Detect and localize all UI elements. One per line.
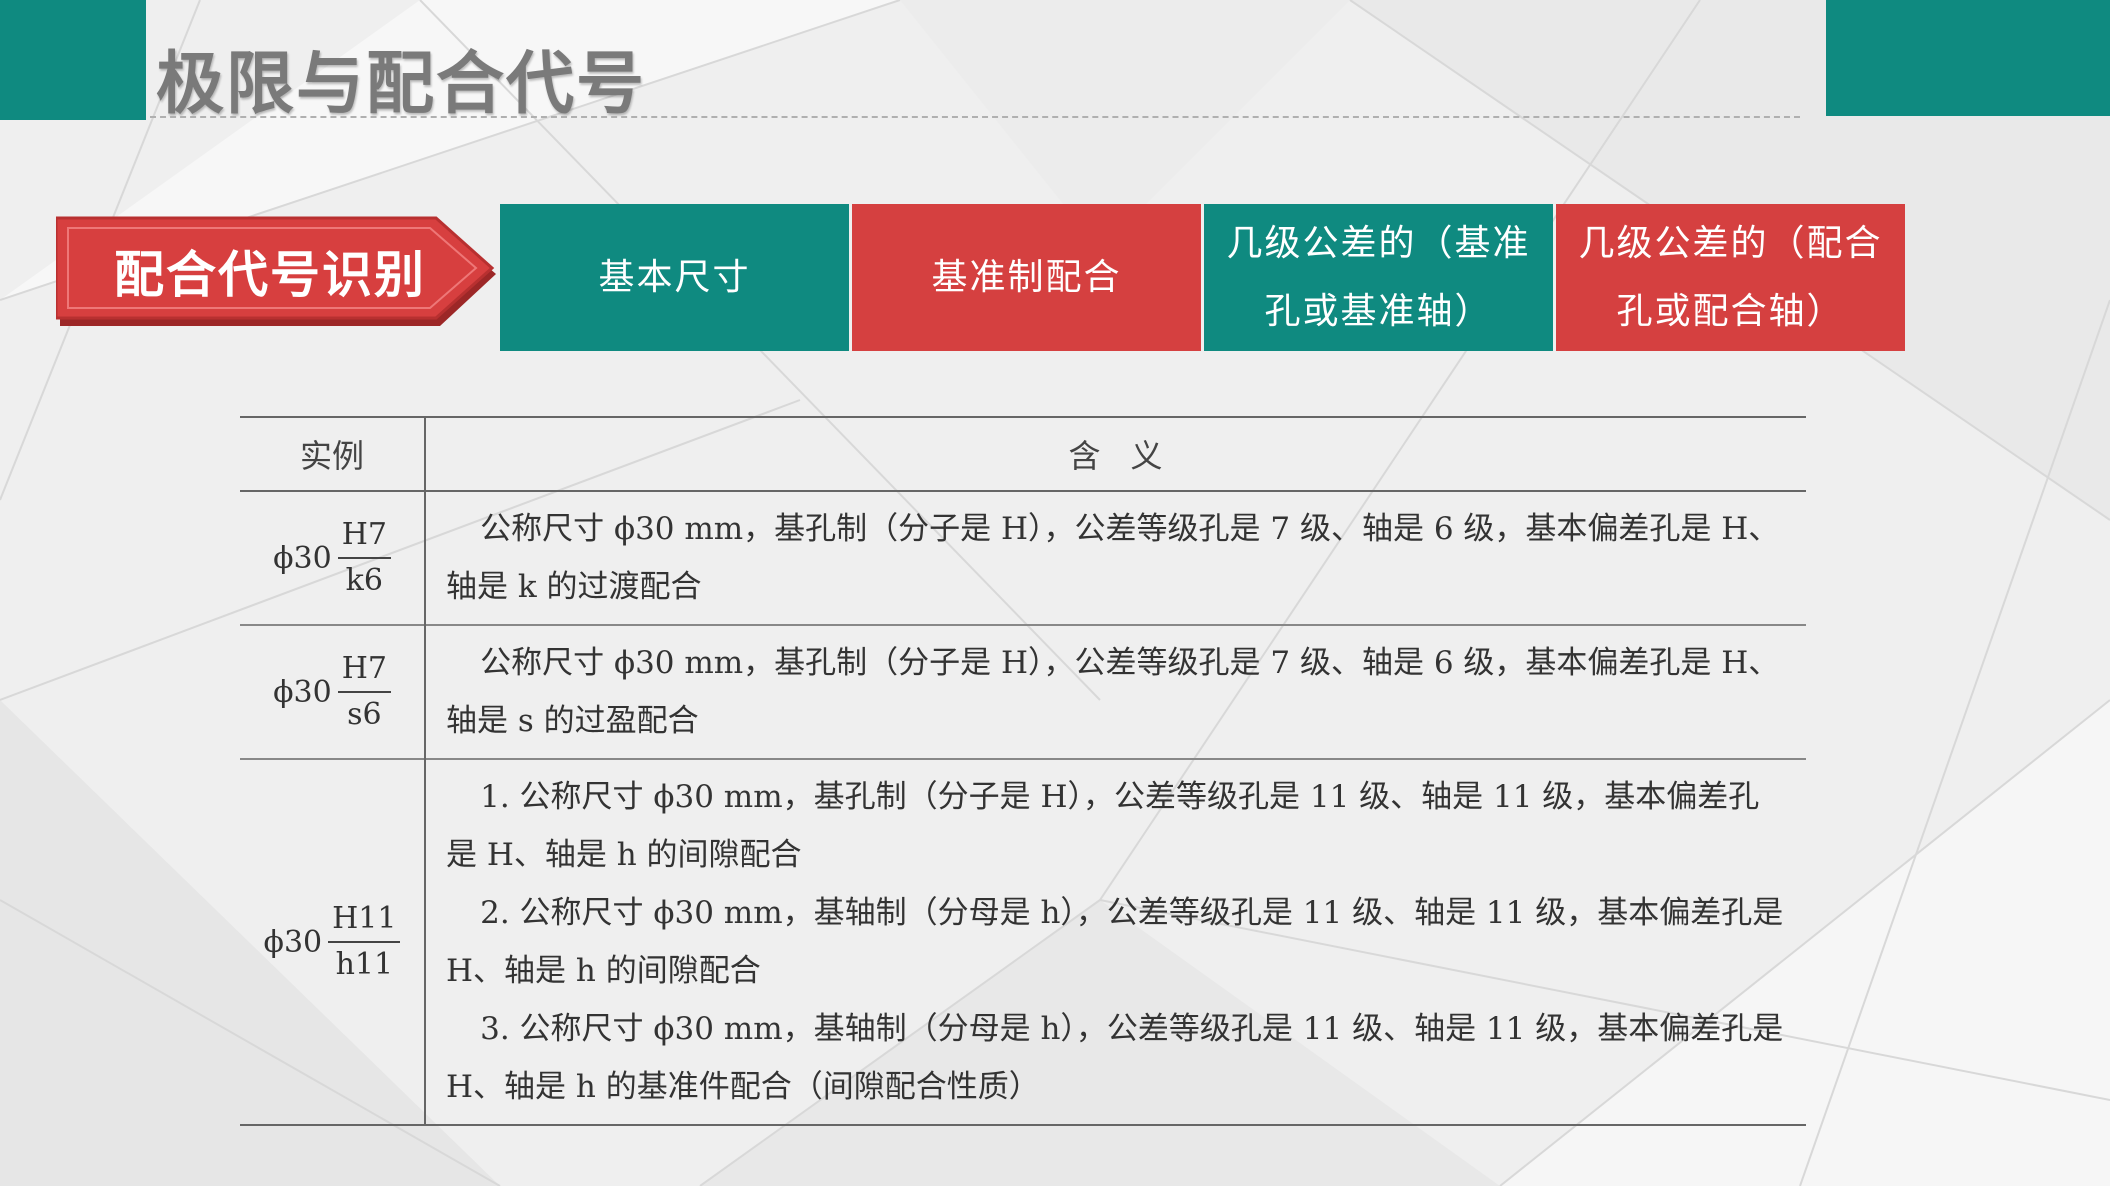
meaning-text: 公称尺寸 ϕ30 mm，基孔制（分子是 H），公差等级孔是 7 级、轴是 6 级… (446, 511, 1780, 605)
fit-denominator: s6 (347, 697, 382, 732)
fit-numerator: H11 (328, 901, 401, 943)
fit-denominator: h11 (335, 947, 394, 982)
fit-fraction: H11 h11 (328, 901, 401, 983)
part-mating-grade: 几级公差的（配合 孔或配合轴） (1556, 204, 1905, 351)
badge-label: 配合代号识别 (114, 246, 426, 304)
meaning-cell: 公称尺寸 ϕ30 mm，基孔制（分子是 H），公差等级孔是 7 级、轴是 6 级… (425, 624, 1806, 759)
fit-fraction: H7 s6 (337, 651, 391, 733)
meaning-text: 1. 公称尺寸 ϕ30 mm，基孔制（分子是 H），公差等级孔是 11 级、轴是… (446, 779, 1760, 873)
meaning-text: 3. 公称尺寸 ϕ30 mm，基轴制（分母是 h），公差等级孔是 11 级、轴是… (446, 1011, 1784, 1105)
fit-base: ϕ30 (263, 924, 323, 960)
example-cell: ϕ30 H7 s6 (240, 624, 426, 759)
fit-code: ϕ30 H7 s6 (273, 651, 391, 733)
fit-meaning-table: 实例 含义 ϕ30 H7 k6 公称尺寸 ϕ30 mm，基孔制（分子是 H），公… (240, 416, 1806, 1126)
table-row: ϕ30 H7 k6 公称尺寸 ϕ30 mm，基孔制（分子是 H），公差等级孔是 … (240, 490, 1806, 625)
fit-base: ϕ30 (273, 540, 332, 576)
meaning-text: 公称尺寸 ϕ30 mm，基孔制（分子是 H），公差等级孔是 7 级、轴是 6 级… (446, 645, 1780, 739)
part-basic-size: 基本尺寸 (500, 204, 849, 351)
meaning-cell: 公称尺寸 ϕ30 mm，基孔制（分子是 H），公差等级孔是 7 级、轴是 6 级… (425, 490, 1806, 625)
part-label: 几级公差的（配合 孔或配合轴） (1578, 222, 1883, 332)
title-divider (150, 116, 1800, 118)
corner-accent-right (1826, 0, 2110, 116)
fit-numerator: H7 (337, 517, 391, 559)
fit-code: ϕ30 H11 h11 (264, 901, 401, 983)
corner-accent-left (0, 0, 146, 120)
part-label: 几级公差的（基准 孔或基准轴） (1226, 222, 1531, 332)
fit-base: ϕ30 (273, 674, 332, 710)
fit-fraction: H7 k6 (337, 517, 391, 599)
table-header-row: 实例 含义 (240, 417, 1806, 492)
fit-code: ϕ30 H7 k6 (273, 517, 391, 599)
fit-code-parts: 基本尺寸 基准制配合 几级公差的（基准 孔或基准轴） 几级公差的（配合 孔或配合… (500, 204, 1905, 351)
part-label: 基准制配合 (931, 256, 1122, 298)
table-row: ϕ30 H11 h11 1. 公称尺寸 ϕ30 mm，基孔制（分子是 H），公差… (240, 758, 1806, 1125)
page-title: 极限与配合代号 (156, 45, 647, 124)
fit-numerator: H7 (337, 651, 391, 693)
header-meaning: 含义 (425, 417, 1806, 492)
part-basis-grade: 几级公差的（基准 孔或基准轴） (1204, 204, 1553, 351)
meaning-text: 2. 公称尺寸 ϕ30 mm，基轴制（分母是 h），公差等级孔是 11 级、轴是… (446, 895, 1784, 989)
part-label: 基本尺寸 (598, 256, 751, 298)
header-example: 实例 (240, 417, 426, 492)
part-basis-system: 基准制配合 (852, 204, 1201, 351)
fit-denominator: k6 (345, 563, 383, 598)
example-cell: ϕ30 H11 h11 (240, 758, 426, 1125)
table-row: ϕ30 H7 s6 公称尺寸 ϕ30 mm，基孔制（分子是 H），公差等级孔是 … (240, 624, 1806, 759)
example-cell: ϕ30 H7 k6 (240, 490, 426, 625)
meaning-cell: 1. 公称尺寸 ϕ30 mm，基孔制（分子是 H），公差等级孔是 11 级、轴是… (425, 758, 1806, 1125)
